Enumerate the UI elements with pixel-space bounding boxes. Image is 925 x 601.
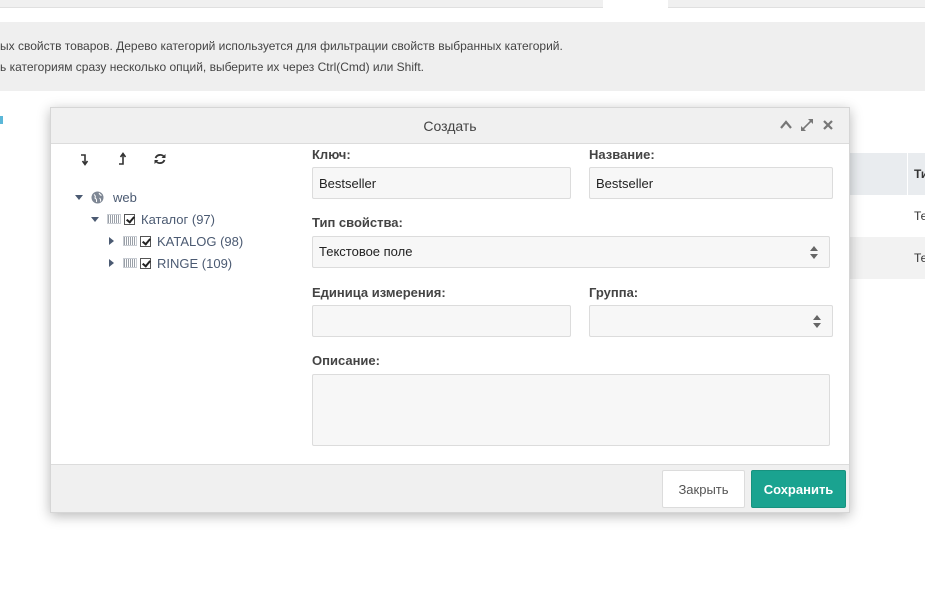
property-type-value: Текстовое поле <box>319 244 413 259</box>
tree-node-katalog[interactable]: KATALOG (98) <box>109 232 243 250</box>
unit-label: Единица измерения: <box>312 285 446 300</box>
select-arrows-icon <box>813 315 822 328</box>
background-info-notice: ых свойств товаров. Дерево категорий исп… <box>0 22 925 91</box>
expand-icon[interactable] <box>800 118 814 132</box>
tree-toolbar <box>77 152 167 166</box>
dialog-header: Создать <box>51 108 849 144</box>
tree-node-label[interactable]: Каталог (97) <box>141 212 215 227</box>
tree-node-web[interactable]: web <box>75 188 137 206</box>
close-button[interactable]: Закрыть <box>662 470 745 508</box>
barcode-folder-icon <box>107 214 121 224</box>
dialog-window-controls <box>779 118 835 132</box>
property-type-select[interactable]: Текстовое поле <box>312 236 830 268</box>
table-cell-type: Те <box>914 251 925 265</box>
tree-node-checkbox[interactable] <box>140 257 151 269</box>
barcode-folder-icon <box>123 236 137 246</box>
background-top-panel-left <box>0 0 603 8</box>
description-label: Описание: <box>312 353 380 368</box>
collapse-all-icon[interactable] <box>115 152 129 166</box>
create-property-dialog: Создать web Каталог (97) KATALOG (98) RI… <box>50 107 850 513</box>
tree-node-checkbox[interactable] <box>124 213 135 225</box>
close-icon[interactable] <box>821 118 835 132</box>
table-header: Ти <box>848 153 925 195</box>
name-label: Название: <box>589 147 655 162</box>
tree-node-ringe[interactable]: RINGE (109) <box>109 254 232 272</box>
chevron-up-icon[interactable] <box>779 118 793 132</box>
save-button[interactable]: Сохранить <box>751 470 846 508</box>
tree-node-label[interactable]: KATALOG (98) <box>157 234 243 249</box>
tree-node-label[interactable]: web <box>113 190 137 205</box>
tree-node-label[interactable]: RINGE (109) <box>157 256 232 271</box>
key-input[interactable] <box>312 167 571 199</box>
table-header-cell-type[interactable]: Ти <box>914 167 925 181</box>
tree-node-checkbox[interactable] <box>140 235 151 247</box>
table-row[interactable]: Те <box>848 237 925 279</box>
table-cell-type: Те <box>914 209 925 223</box>
notice-line-2: ь категориям сразу несколько опций, выбе… <box>0 60 425 74</box>
dialog-footer: Закрыть Сохранить <box>51 464 849 512</box>
group-label: Группа: <box>589 285 639 300</box>
description-textarea[interactable] <box>312 374 830 446</box>
tree-toggle-collapsed[interactable] <box>109 237 114 245</box>
dialog-title: Создать <box>423 118 477 134</box>
tree-node-catalog[interactable]: Каталог (97) <box>91 210 215 228</box>
key-label: Ключ: <box>312 147 351 162</box>
background-top-panel-right <box>668 0 925 8</box>
table-row[interactable]: Те <box>848 195 925 237</box>
name-input[interactable] <box>589 167 833 199</box>
property-type-label: Тип свойства: <box>312 215 403 230</box>
background-properties-table: Ти Те Те <box>848 153 925 279</box>
notice-line-1: ых свойств товаров. Дерево категорий исп… <box>0 39 563 53</box>
globe-icon <box>91 191 104 204</box>
background-link-fragment[interactable] <box>0 116 3 124</box>
group-select[interactable] <box>589 305 833 337</box>
refresh-icon[interactable] <box>153 152 167 166</box>
unit-input[interactable] <box>312 305 571 337</box>
tree-toggle-expanded[interactable] <box>75 194 83 200</box>
expand-all-icon[interactable] <box>77 152 91 166</box>
barcode-folder-icon <box>123 258 137 268</box>
select-arrows-icon <box>810 246 819 259</box>
tree-toggle-collapsed[interactable] <box>109 259 114 267</box>
tree-toggle-expanded[interactable] <box>91 216 99 222</box>
table-header-cell <box>848 153 908 195</box>
